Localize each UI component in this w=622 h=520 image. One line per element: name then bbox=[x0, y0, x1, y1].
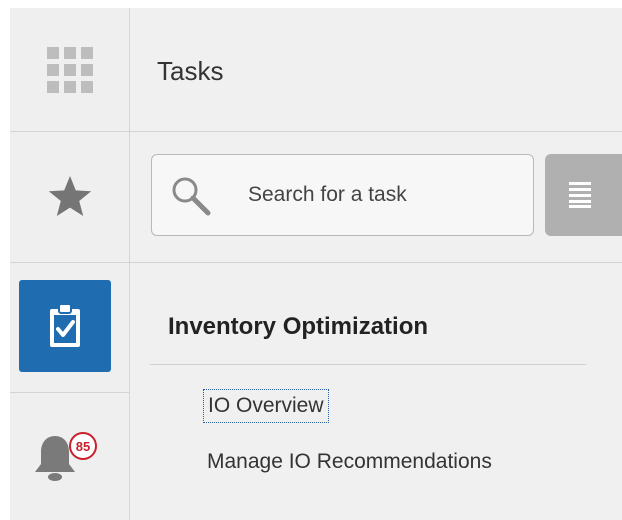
favorites-button[interactable] bbox=[10, 132, 129, 262]
search-divider bbox=[130, 262, 622, 263]
search-input[interactable] bbox=[248, 177, 518, 213]
search-box[interactable] bbox=[151, 154, 534, 236]
notification-count-badge: 85 bbox=[69, 432, 97, 460]
left-rail: 85 bbox=[10, 8, 130, 520]
grid-icon bbox=[46, 46, 93, 93]
section-heading: Inventory Optimization bbox=[168, 313, 429, 340]
tasks-button[interactable] bbox=[19, 280, 111, 372]
notifications-button[interactable] bbox=[10, 408, 129, 508]
header-divider bbox=[130, 131, 622, 132]
list-view-button[interactable] bbox=[545, 154, 622, 236]
navigator-button[interactable] bbox=[10, 8, 129, 131]
rail-divider bbox=[10, 392, 129, 393]
search-icon bbox=[172, 177, 211, 216]
star-icon bbox=[48, 176, 91, 216]
task-link-io-overview[interactable]: IO Overview bbox=[203, 389, 329, 423]
rail-divider bbox=[10, 262, 129, 263]
list-icon bbox=[569, 182, 591, 208]
clipboard-check-icon bbox=[50, 303, 80, 347]
page-title: Tasks bbox=[157, 56, 224, 86]
section-divider bbox=[150, 364, 586, 365]
task-link-manage-io-recommendations[interactable]: Manage IO Recommendations bbox=[207, 448, 492, 476]
app-window: 85 Tasks Inventory Optimization IO Overv… bbox=[10, 8, 622, 520]
